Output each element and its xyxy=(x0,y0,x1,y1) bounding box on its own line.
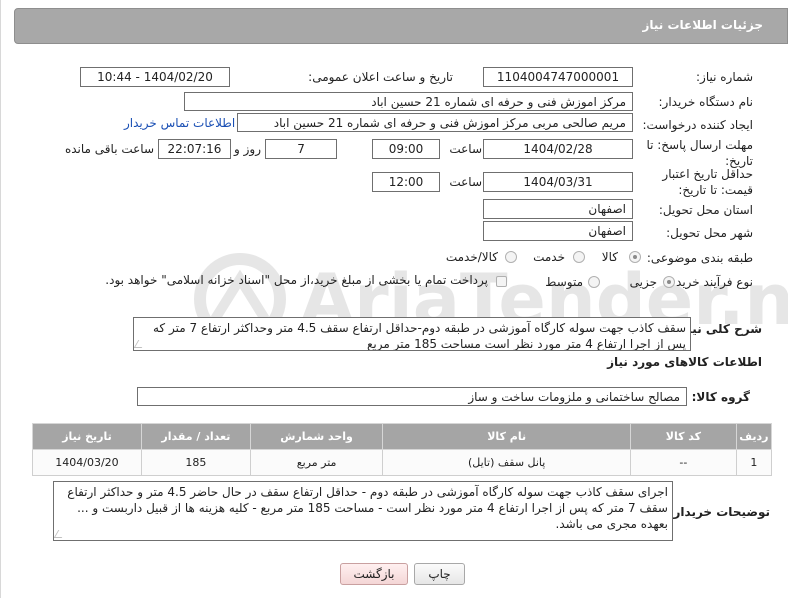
price-validity-label: حداقل تاریخ اعتبار قیمت: تا تاریخ: xyxy=(662,167,753,197)
need-number-value: 1104004747000001 xyxy=(496,70,620,84)
goods-table-header: ردیف کد کالا نام کالا واحد شمارش تعداد /… xyxy=(32,423,773,450)
col-name: نام کالا xyxy=(382,423,632,450)
reply-deadline-label: مهلت ارسال پاسخ: تا تاریخ: xyxy=(646,138,753,168)
announce-value: 1404/02/20 - 10:44 xyxy=(97,70,213,84)
goods-table: ردیف کد کالا نام کالا واحد شمارش تعداد /… xyxy=(32,423,773,476)
col-unit: واحد شمارش xyxy=(249,423,384,450)
price-time-value: 12:00 xyxy=(388,175,424,189)
resize-grip-icon[interactable] xyxy=(54,530,67,538)
reply-time-field: 09:00 xyxy=(372,139,440,159)
reply-time-label: ساعت xyxy=(449,142,482,156)
need-number-field: 1104004747000001 xyxy=(483,67,633,87)
category-both-label: کالا/خدمت xyxy=(445,250,498,264)
process-minor-radio[interactable] xyxy=(663,276,675,288)
announce-field: 1404/02/20 - 10:44 xyxy=(80,67,230,87)
category-goods-radio[interactable] xyxy=(629,251,641,263)
print-button[interactable]: چاپ xyxy=(414,563,465,585)
remaining-time-field: 22:07:16 xyxy=(158,139,231,159)
announce-label: تاریخ و ساعت اعلان عمومی: xyxy=(308,70,453,84)
buyer-org-label: نام دستگاه خریدار: xyxy=(658,95,754,109)
process-minor-label: جزیی xyxy=(629,275,657,289)
city-value: اصفهان xyxy=(588,224,626,238)
goods-group-value: مصالح ساختمانی و ملزومات ساخت و ساز xyxy=(468,389,680,404)
cell-qty: 185 xyxy=(140,449,251,476)
process-medium-label: متوسط xyxy=(545,275,583,289)
price-time-field: 12:00 xyxy=(372,172,440,192)
reply-time-value: 09:00 xyxy=(388,142,424,156)
process-medium-radio[interactable] xyxy=(588,276,600,288)
col-row: ردیف xyxy=(735,423,773,450)
city-label: شهر محل تحویل: xyxy=(666,226,753,240)
category-service-label: خدمت xyxy=(533,250,565,264)
price-date-field: 1404/03/31 xyxy=(483,172,633,192)
col-qty: تعداد / مقدار xyxy=(140,423,251,450)
category-both-radio[interactable] xyxy=(505,251,517,263)
creator-label: ایجاد کننده درخواست: xyxy=(642,118,753,132)
province-label: استان محل تحویل: xyxy=(658,203,753,217)
buyer-org-value: مرکز اموزش فنی و حرفه ای شماره 21 حسین ا… xyxy=(371,94,626,109)
resize-grip-icon[interactable] xyxy=(134,340,147,348)
buyer-notes-text: اجرای سقف کاذب جهت سوله کارگاه آموزشی در… xyxy=(67,485,668,531)
description-text: سقف کاذب جهت سوله کارگاه آموزشی در طبقه … xyxy=(153,321,686,351)
city-field: اصفهان xyxy=(483,221,633,241)
creator-field: مریم صالحی مربی مرکز اموزش فنی و حرفه ای… xyxy=(237,113,633,132)
days-label: روز و xyxy=(234,142,261,156)
goods-section-title: اطلاعات کالاهای مورد نیاز xyxy=(607,355,762,369)
buyer-org-field: مرکز اموزش فنی و حرفه ای شماره 21 حسین ا… xyxy=(184,92,633,111)
process-label: نوع فرآیند خرید : xyxy=(668,275,753,289)
days-field: 7 xyxy=(265,139,337,159)
cell-row: 1 xyxy=(735,449,773,476)
remaining-time-value: 22:07:16 xyxy=(167,142,222,156)
treasury-payment-checkbox[interactable] xyxy=(496,276,507,287)
goods-group-field: مصالح ساختمانی و ملزومات ساخت و ساز xyxy=(137,387,687,406)
buyer-notes-textarea[interactable]: اجرای سقف کاذب جهت سوله کارگاه آموزشی در… xyxy=(53,481,673,541)
goods-group-label: گروه کالا: xyxy=(691,390,750,404)
days-value: 7 xyxy=(297,142,305,156)
creator-value: مریم صالحی مربی مرکز اموزش فنی و حرفه ای… xyxy=(273,115,626,130)
category-label: طبقه بندی موضوعی: xyxy=(646,251,753,265)
price-date-value: 1404/03/31 xyxy=(523,175,593,189)
reply-date-field: 1404/02/28 xyxy=(483,139,633,159)
cell-code: -- xyxy=(630,449,737,476)
price-time-label: ساعت xyxy=(449,175,482,189)
province-field: اصفهان xyxy=(483,199,633,219)
province-value: اصفهان xyxy=(588,202,626,216)
description-textarea[interactable]: سقف کاذب جهت سوله کارگاه آموزشی در طبقه … xyxy=(133,317,691,351)
cell-date: 1404/03/20 xyxy=(32,449,142,476)
need-number-label: شماره نیاز: xyxy=(696,70,753,84)
back-button[interactable]: بازگشت xyxy=(340,563,408,585)
treasury-payment-note: پرداخت تمام یا بخشی از مبلغ خرید،از محل … xyxy=(105,273,488,287)
buyer-contact-link[interactable]: اطلاعات تماس خریدار xyxy=(124,116,235,130)
cell-unit: متر مربع xyxy=(249,449,384,476)
category-goods-label: کالا xyxy=(601,250,618,264)
cell-name: پانل سقف (تایل) xyxy=(382,449,632,476)
col-date: تاریخ نیاز xyxy=(32,423,142,450)
buyer-notes-label: توضیحات خریدار: xyxy=(668,505,770,519)
table-row[interactable]: 1 -- پانل سقف (تایل) متر مربع 185 1404/0… xyxy=(32,449,773,476)
remaining-label: ساعت باقی مانده xyxy=(64,142,154,156)
col-code: کد کالا xyxy=(630,423,737,450)
page-title: جزئیات اطلاعات نیاز xyxy=(642,18,763,32)
header-bar: جزئیات اطلاعات نیاز xyxy=(14,8,788,44)
category-service-radio[interactable] xyxy=(573,251,585,263)
reply-date-value: 1404/02/28 xyxy=(523,142,593,156)
